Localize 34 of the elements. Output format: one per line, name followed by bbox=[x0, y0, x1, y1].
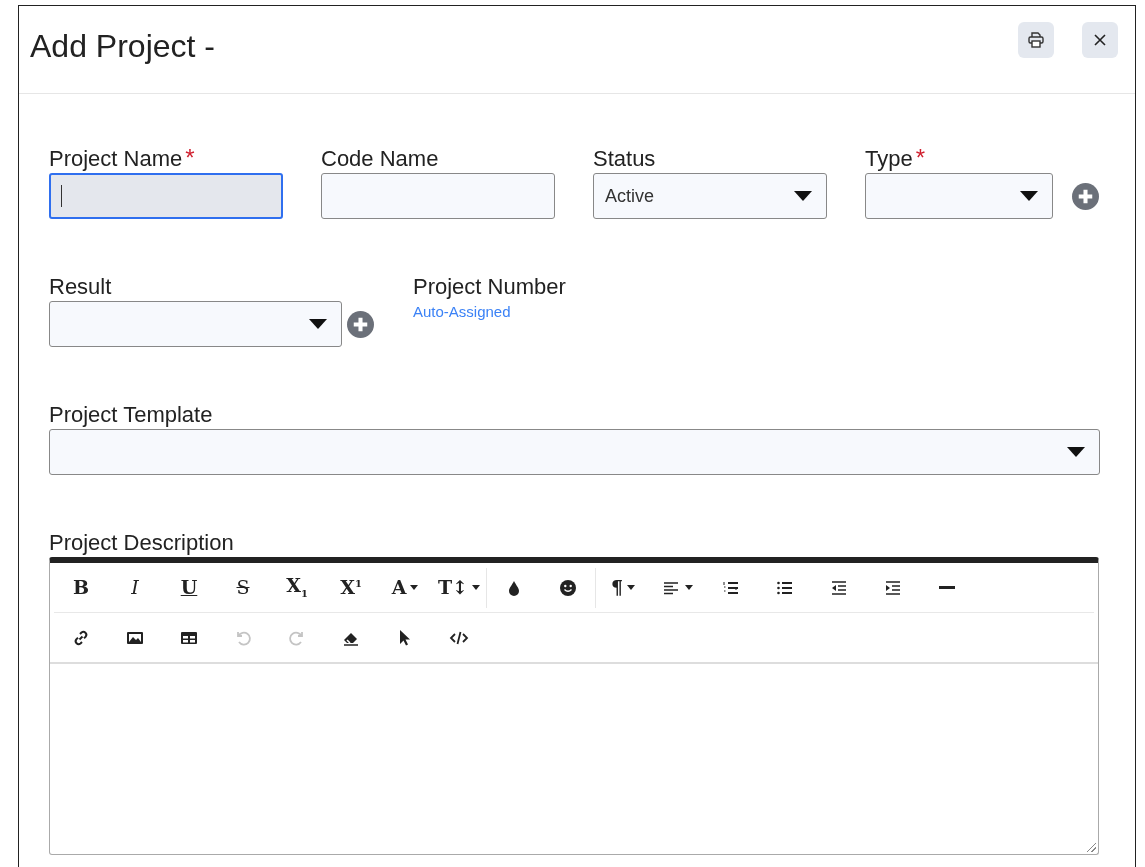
field-label: Project Template bbox=[49, 402, 213, 428]
toolbar-button[interactable]: X$_{1}$ bbox=[270, 567, 324, 608]
toolbar-button[interactable]: T↕ bbox=[432, 567, 486, 608]
text-field[interactable] bbox=[321, 173, 555, 219]
field-label: Code Name bbox=[321, 146, 439, 172]
field-label: Status bbox=[593, 146, 656, 172]
field-label: Project Description bbox=[49, 530, 234, 556]
toolbar-button[interactable]: I bbox=[108, 567, 162, 608]
add-button[interactable] bbox=[347, 310, 374, 338]
horizontal-rule-icon bbox=[939, 586, 955, 589]
printer-icon bbox=[1026, 30, 1046, 50]
field-label: Project Name bbox=[49, 146, 183, 172]
print-button[interactable] bbox=[1018, 22, 1054, 58]
text-field[interactable] bbox=[49, 173, 283, 219]
toolbar-button[interactable]: ¶ bbox=[596, 567, 650, 608]
add-button[interactable] bbox=[1072, 182, 1099, 210]
toolbar-button[interactable]: S bbox=[216, 567, 270, 608]
auto-assigned-note: Auto-Assigned bbox=[413, 303, 511, 320]
field-label: Project Number bbox=[413, 274, 566, 300]
dialog-title: Add Project - bbox=[30, 28, 215, 65]
dropdown[interactable] bbox=[49, 429, 1100, 475]
dropdown[interactable] bbox=[49, 301, 342, 347]
field-label: Type bbox=[865, 146, 913, 172]
required-asterisk: * bbox=[185, 144, 195, 172]
dropdown[interactable]: Active bbox=[593, 173, 827, 219]
field-label: Result bbox=[49, 274, 112, 300]
toolbar-button[interactable]: A bbox=[378, 567, 432, 608]
toolbar-button[interactable]: U bbox=[162, 567, 216, 608]
toolbar-button[interactable]: X$^{1}$ bbox=[324, 567, 378, 608]
dropdown[interactable] bbox=[865, 173, 1053, 219]
smiley-icon bbox=[558, 577, 578, 598]
required-asterisk: * bbox=[915, 144, 926, 172]
close-button[interactable] bbox=[1082, 22, 1118, 58]
toolbar-button[interactable]: B bbox=[54, 567, 108, 608]
